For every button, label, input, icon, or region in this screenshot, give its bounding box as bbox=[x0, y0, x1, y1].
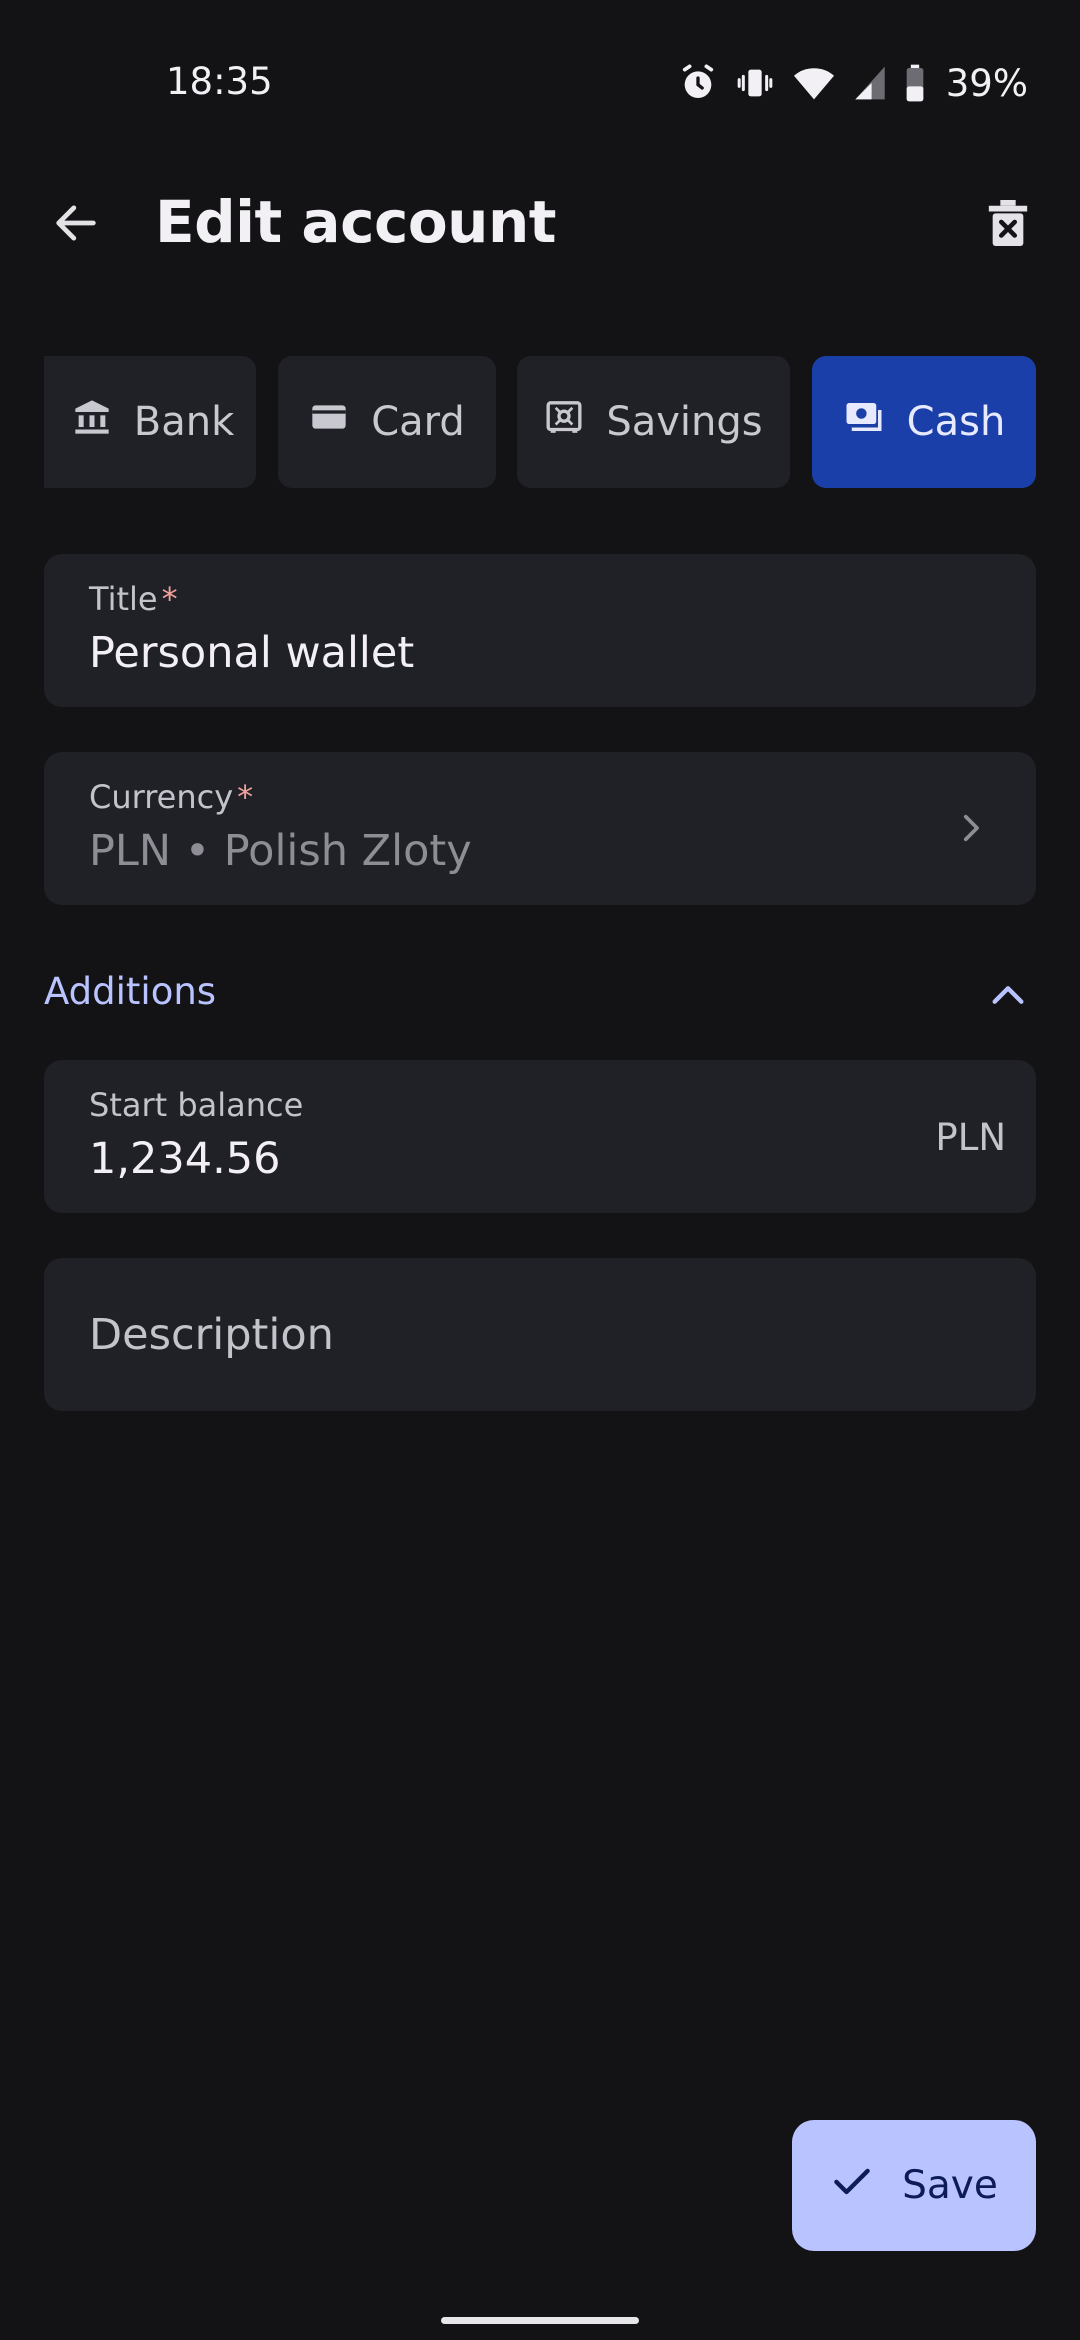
required-mark: * bbox=[161, 580, 178, 618]
status-time: 18:35 bbox=[166, 60, 273, 103]
cash-icon bbox=[843, 397, 885, 447]
delete-button[interactable] bbox=[976, 193, 1040, 257]
type-chip-card[interactable]: Card bbox=[278, 356, 496, 488]
page-title: Edit account bbox=[155, 188, 557, 256]
bank-icon bbox=[72, 397, 112, 447]
save-label: Save bbox=[902, 2163, 998, 2208]
start-balance-value: 1,234.56 bbox=[89, 1134, 281, 1184]
card-icon bbox=[309, 397, 349, 447]
description-field[interactable]: Description bbox=[44, 1258, 1036, 1411]
title-field[interactable]: Title * Personal wallet bbox=[44, 554, 1036, 707]
delete-icon bbox=[985, 197, 1031, 253]
chevron-up-icon[interactable] bbox=[980, 967, 1036, 1023]
signal-icon bbox=[852, 63, 888, 103]
currency-label: Currency * bbox=[89, 778, 253, 816]
start-balance-field[interactable]: Start balance 1,234.56 PLN bbox=[44, 1060, 1036, 1213]
currency-value: PLN • Polish Zloty bbox=[89, 826, 472, 876]
title-label-text: Title bbox=[89, 580, 158, 618]
required-mark: * bbox=[237, 778, 254, 816]
type-chip-label: Bank bbox=[133, 399, 235, 445]
status-bar: 18:35 39% bbox=[0, 0, 1080, 120]
back-button[interactable] bbox=[44, 193, 108, 257]
wifi-icon bbox=[792, 63, 836, 103]
top-app-bar: Edit account bbox=[0, 170, 1080, 280]
gesture-nav-handle[interactable] bbox=[441, 2317, 639, 2324]
vibrate-icon bbox=[734, 63, 776, 103]
type-chip-label: Cash bbox=[906, 399, 1006, 445]
save-button[interactable]: Save bbox=[792, 2120, 1036, 2251]
description-placeholder: Description bbox=[89, 1310, 334, 1360]
type-chip-bank[interactable]: Bank bbox=[44, 356, 256, 488]
edit-account-screen: 18:35 39% Edit account Bank Card Savings… bbox=[0, 0, 1080, 2340]
start-balance-label: Start balance bbox=[89, 1086, 304, 1124]
alarm-icon bbox=[678, 63, 718, 103]
account-type-selector: Bank Card Savings Cash bbox=[0, 356, 1080, 488]
type-chip-label: Card bbox=[371, 399, 465, 445]
type-chip-cash[interactable]: Cash bbox=[812, 356, 1036, 488]
safe-icon bbox=[544, 397, 584, 447]
check-icon bbox=[830, 2159, 874, 2213]
status-icons: 39% bbox=[678, 58, 1028, 108]
additions-label: Additions bbox=[44, 970, 217, 1013]
title-label: Title * bbox=[89, 580, 178, 618]
type-chip-label: Savings bbox=[606, 399, 763, 445]
currency-label-text: Currency bbox=[89, 778, 234, 816]
additions-header[interactable]: Additions bbox=[44, 965, 1036, 1025]
battery-percent: 39% bbox=[945, 61, 1028, 105]
currency-field[interactable]: Currency * PLN • Polish Zloty bbox=[44, 752, 1036, 905]
chevron-right-icon bbox=[948, 806, 992, 850]
arrow-back-icon bbox=[50, 197, 102, 253]
title-value: Personal wallet bbox=[89, 628, 415, 678]
battery-icon bbox=[904, 63, 926, 103]
type-chip-savings[interactable]: Savings bbox=[517, 356, 790, 488]
start-balance-currency: PLN bbox=[935, 1116, 1006, 1159]
